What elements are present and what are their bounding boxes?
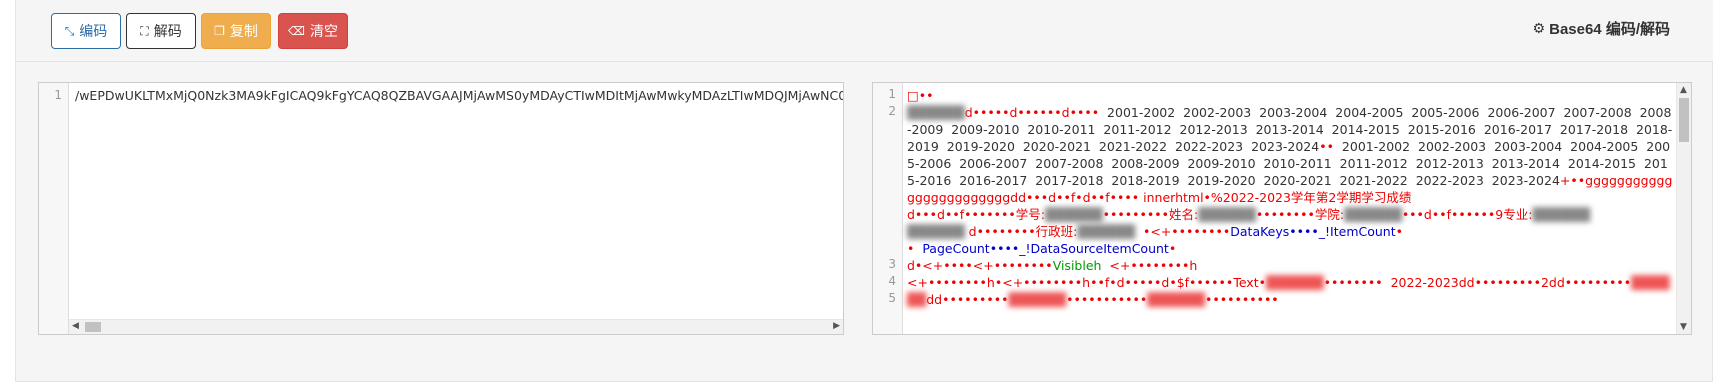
expand-icon: ⛶ — [140, 24, 149, 38]
redacted-text: ██████ — [907, 224, 965, 239]
encode-button-label: 编码 — [79, 23, 108, 39]
output-fragment: PageCount — [922, 241, 990, 256]
redacted-text: ██████ — [1008, 292, 1067, 307]
encode-button[interactable]: ⤡ 编码 — [51, 13, 121, 49]
output-line-4: d•<+••••<+••••••••Visibleh <+••••••••h — [907, 258, 1197, 273]
line-number: 5 — [888, 291, 896, 305]
output-editor[interactable]: 1 2 3 4 5 □•• ██████d•••••d••••••d•••• 2… — [872, 82, 1692, 335]
redacted-text: ██████ — [1344, 207, 1402, 222]
output-line-1: □•• — [907, 88, 934, 103]
output-fragment: □•• — [907, 88, 934, 103]
compress-icon: ⤡ — [64, 24, 75, 38]
line-number: 3 — [888, 257, 896, 271]
output-gutter: 1 2 3 4 5 — [873, 83, 903, 334]
cogs-icon: ⚙ — [1532, 20, 1546, 37]
copy-button[interactable]: ❐ 复制 — [201, 13, 271, 49]
page-title: ⚙ Base64 编码/解码 — [1533, 18, 1670, 39]
redacted-text: ██████ — [1077, 224, 1135, 239]
output-fragment: ••••_!DataSourceItemCount — [989, 241, 1169, 256]
output-line-5: <+••••••••h•<+••••••••h••f•d•••••d•$f•••… — [907, 275, 1670, 307]
output-fragment: d•••••d••••••d•••• — [964, 105, 1100, 120]
input-editor[interactable]: 1 /wEPDwUKLTMxMjQ0Nzk3MA9kFgICAQ9kFgYCAQ… — [38, 82, 844, 335]
output-fragment: • — [907, 241, 915, 256]
output-vertical-scrollbar[interactable]: ▲ ▼ — [1676, 83, 1691, 334]
output-line-3: • PageCount••••_!DataSourceItemCount• — [907, 241, 1176, 256]
output-fragment: 2022-2023dd•••••••••2dd••••••••• — [1390, 275, 1632, 290]
output-fragment: <+••••••••h•<+••••••••h••f•d•••••d•$f•••… — [907, 275, 1234, 290]
output-fragment: Text• — [1233, 275, 1266, 290]
output-fragment: •••••••••姓名: — [1102, 207, 1199, 222]
clear-button[interactable]: ⌫ 清空 — [278, 13, 348, 49]
output-fragment: •<+•••••••• — [1142, 224, 1231, 239]
output-fragment: dd••••••••• — [926, 292, 1009, 307]
output-line-2: ██████d•••••d••••••d•••• 2001-2002 2002-… — [907, 105, 1672, 239]
output-text[interactable]: □•• ██████d•••••d••••••d•••• 2001-2002 2… — [907, 87, 1675, 308]
output-fragment: •••••••••• — [1204, 292, 1279, 307]
copy-button-label: 复制 — [229, 23, 258, 39]
output-fragment: ••••_!ItemCount — [1289, 224, 1396, 239]
redacted-text: ██████ — [1198, 207, 1256, 222]
redacted-text: ██████ — [1265, 275, 1324, 290]
decode-button[interactable]: ⛶ 解码 — [126, 13, 196, 49]
output-fragment: ••••••••••• — [1066, 292, 1148, 307]
input-text[interactable]: /wEPDwUKLTMxMjQ0Nzk3MA9kFgICAQ9kFgYCAQ8Q… — [75, 88, 843, 103]
copy-icon: ❐ — [214, 24, 225, 38]
scrollbar-thumb[interactable] — [1679, 98, 1689, 142]
decode-button-label: 解码 — [153, 23, 182, 39]
scroll-left-icon[interactable]: ◀ — [72, 321, 79, 331]
redacted-text: ██████ — [1147, 292, 1205, 307]
output-fragment: •••d••f••••••9专业: — [1401, 207, 1533, 222]
scrollbar-thumb[interactable] — [85, 322, 101, 332]
line-number: 4 — [888, 274, 896, 288]
redacted-text: ██████ — [1044, 207, 1103, 222]
clear-button-label: 清空 — [309, 23, 338, 39]
toolbar: ⤡ 编码 ⛶ 解码 ❐ 复制 ⌫ 清空 ⚙ Base64 编码/解码 — [16, 0, 1713, 62]
redacted-text: ██████ — [1532, 207, 1591, 222]
input-horizontal-scrollbar[interactable]: ◀ ▶ — [69, 319, 843, 334]
base64-panel: ⤡ 编码 ⛶ 解码 ❐ 复制 ⌫ 清空 ⚙ Base64 编码/解码 1 /wE… — [15, 0, 1713, 382]
line-number: 2 — [888, 104, 896, 118]
output-fragment: ••••••••学院: — [1255, 207, 1345, 222]
output-fragment: d••••••••行政班: — [968, 224, 1078, 239]
scroll-up-icon[interactable]: ▲ — [1680, 85, 1687, 95]
output-fragment: d•<+••••<+•••••••• — [907, 258, 1053, 273]
output-fragment: •••••••• — [1323, 275, 1383, 290]
page-title-text: Base64 编码/解码 — [1549, 21, 1670, 38]
output-fragment: d•••d••f•••••••学号: — [907, 207, 1045, 222]
scroll-right-icon[interactable]: ▶ — [833, 321, 840, 331]
output-fragment: DataKeys — [1230, 224, 1290, 239]
eraser-icon: ⌫ — [288, 24, 305, 38]
input-gutter: 1 — [39, 83, 69, 334]
line-number: 1 — [888, 87, 896, 101]
output-fragment: <+••••••••h — [1109, 258, 1198, 273]
output-fragment: • — [1168, 241, 1177, 256]
redacted-text: ██████ — [907, 105, 965, 120]
scroll-down-icon[interactable]: ▼ — [1680, 322, 1687, 332]
output-fragment: Visibleh — [1052, 258, 1102, 273]
output-fragment: • — [1395, 224, 1404, 239]
output-fragment: •• — [1319, 139, 1334, 154]
line-number: 1 — [54, 88, 62, 102]
